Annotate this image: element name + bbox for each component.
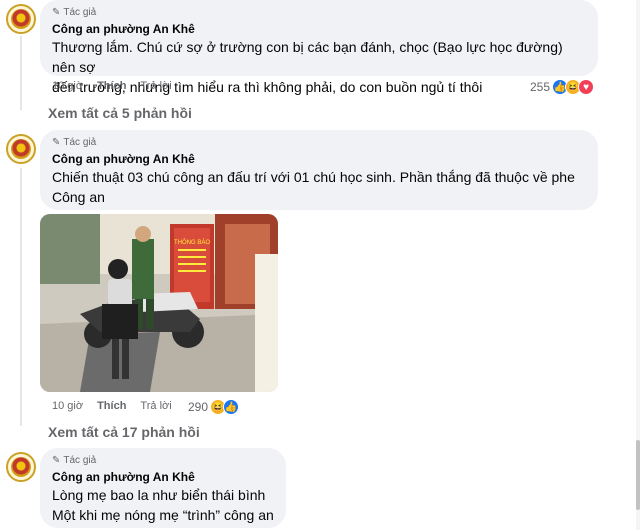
reaction-summary[interactable]: 290 😆 👍 xyxy=(188,399,240,415)
comment-actions: 10 giờ Thích Trả lời xyxy=(52,80,186,92)
thread-line xyxy=(20,168,22,426)
comment-time[interactable]: 10 giờ xyxy=(52,80,83,92)
reaction-count: 290 xyxy=(188,400,209,414)
comment-bubble: ✎ Tác giả Công an phường An Khê Chiến th… xyxy=(40,130,598,210)
comment-time[interactable]: 10 giờ xyxy=(52,400,83,412)
comment-photo[interactable]: THÔNG BÁO xyxy=(40,214,278,392)
author-badge-label: Tác giả xyxy=(63,7,97,18)
comment-text-line: Chiến thuật 03 chú công an đấu trí với 0… xyxy=(52,169,575,185)
scrollbar-thumb[interactable] xyxy=(636,440,640,510)
thread-line xyxy=(20,36,22,110)
pen-icon: ✎ xyxy=(52,7,61,18)
reaction-count: 255 xyxy=(530,80,551,94)
pen-icon: ✎ xyxy=(52,137,61,148)
comment-text-line: Thương lắm. Chú cứ sợ ở trường con bị cá… xyxy=(52,39,563,75)
police-emblem-icon xyxy=(11,139,31,159)
comment-bubble: ✎ Tác giả Công an phường An Khê Lòng mẹ … xyxy=(40,448,286,528)
author-badge-label: Tác giả xyxy=(63,137,97,148)
comment-author[interactable]: Công an phường An Khê xyxy=(52,469,274,485)
police-emblem-icon xyxy=(11,9,31,29)
sign-title: THÔNG BÁO xyxy=(174,239,210,246)
pen-icon: ✎ xyxy=(52,455,61,466)
like-button[interactable]: Thích xyxy=(97,80,126,92)
police-emblem-icon xyxy=(11,457,31,477)
comment-text-line: Lòng mẹ bao la như biển thái bình xyxy=(52,487,266,503)
reply-button[interactable]: Trả lời xyxy=(140,80,171,92)
author-badge: ✎ Tác giả xyxy=(52,454,274,467)
comment-author[interactable]: Công an phường An Khê xyxy=(52,151,586,167)
author-badge: ✎ Tác giả xyxy=(52,136,586,149)
view-replies-link[interactable]: Xem tất cả 17 phản hồi xyxy=(48,424,200,440)
comment-actions: 10 giờ Thích Trả lời xyxy=(52,400,186,412)
love-icon: ♥ xyxy=(578,79,595,95)
like-button[interactable]: Thích xyxy=(97,400,126,412)
avatar[interactable] xyxy=(6,134,36,164)
author-badge-label: Tác giả xyxy=(63,455,97,466)
reaction-summary[interactable]: 255 👍 😆 ♥ xyxy=(530,79,595,95)
avatar[interactable] xyxy=(6,452,36,482)
photo-illustration: THÔNG BÁO xyxy=(40,214,278,392)
view-replies-link[interactable]: Xem tất cả 5 phản hồi xyxy=(48,105,192,121)
like-icon: 👍 xyxy=(223,399,240,415)
avatar[interactable] xyxy=(6,4,36,34)
author-badge: ✎ Tác giả xyxy=(52,6,586,19)
reply-button[interactable]: Trả lời xyxy=(140,400,171,412)
comment-text-line: Một khi mẹ nóng mẹ “trình” công an xyxy=(52,507,274,523)
comment-bubble: ✎ Tác giả Công an phường An Khê Thương l… xyxy=(40,0,598,95)
comment-text-line: Công an xyxy=(52,189,105,205)
comment-author[interactable]: Công an phường An Khê xyxy=(52,21,586,37)
